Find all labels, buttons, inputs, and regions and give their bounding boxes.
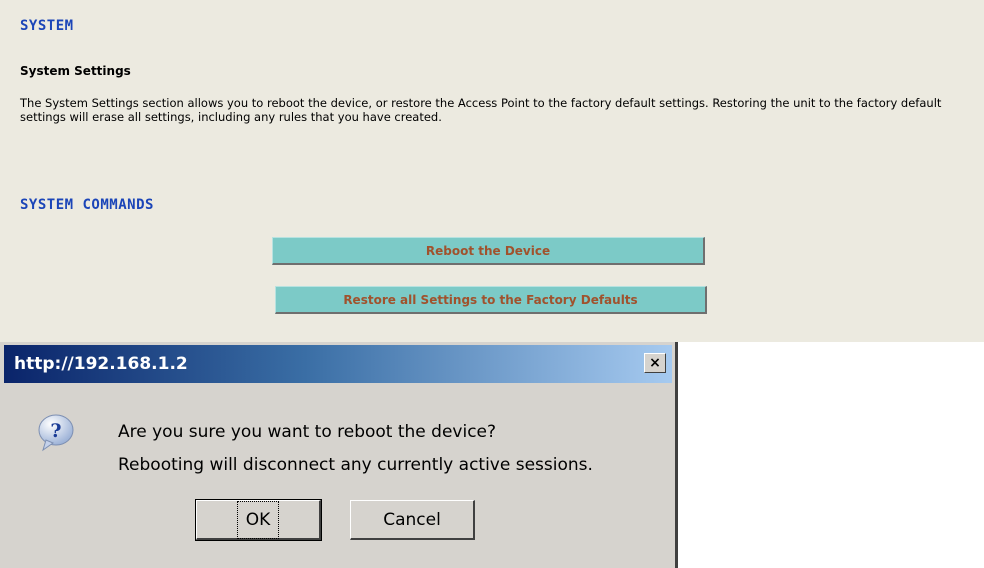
question-balloon-icon: ? <box>38 414 74 452</box>
section-title: SYSTEM <box>20 18 74 34</box>
dialog-message-line2: Rebooting will disconnect any currently … <box>118 455 593 475</box>
cancel-button[interactable]: Cancel <box>350 500 475 540</box>
commands-title: SYSTEM COMMANDS <box>20 197 154 213</box>
ok-button-label: OK <box>236 500 280 539</box>
dialog-message-line1: Are you sure you want to reboot the devi… <box>118 422 497 442</box>
system-settings-page: SYSTEM System Settings The System Settin… <box>0 0 984 342</box>
close-button[interactable]: × <box>644 353 666 373</box>
restore-defaults-button[interactable]: Restore all Settings to the Factory Defa… <box>275 286 707 314</box>
cancel-button-label: Cancel <box>383 509 441 530</box>
close-icon: × <box>649 355 661 371</box>
subsection-title: System Settings <box>20 64 131 78</box>
reboot-device-button[interactable]: Reboot the Device <box>272 237 705 265</box>
svg-text:?: ? <box>50 420 61 442</box>
dialog-titlebar[interactable]: http://192.168.1.2 × <box>4 345 672 383</box>
ok-button[interactable]: OK <box>195 499 322 541</box>
section-description: The System Settings section allows you t… <box>20 96 942 124</box>
dialog-title: http://192.168.1.2 <box>14 354 188 374</box>
